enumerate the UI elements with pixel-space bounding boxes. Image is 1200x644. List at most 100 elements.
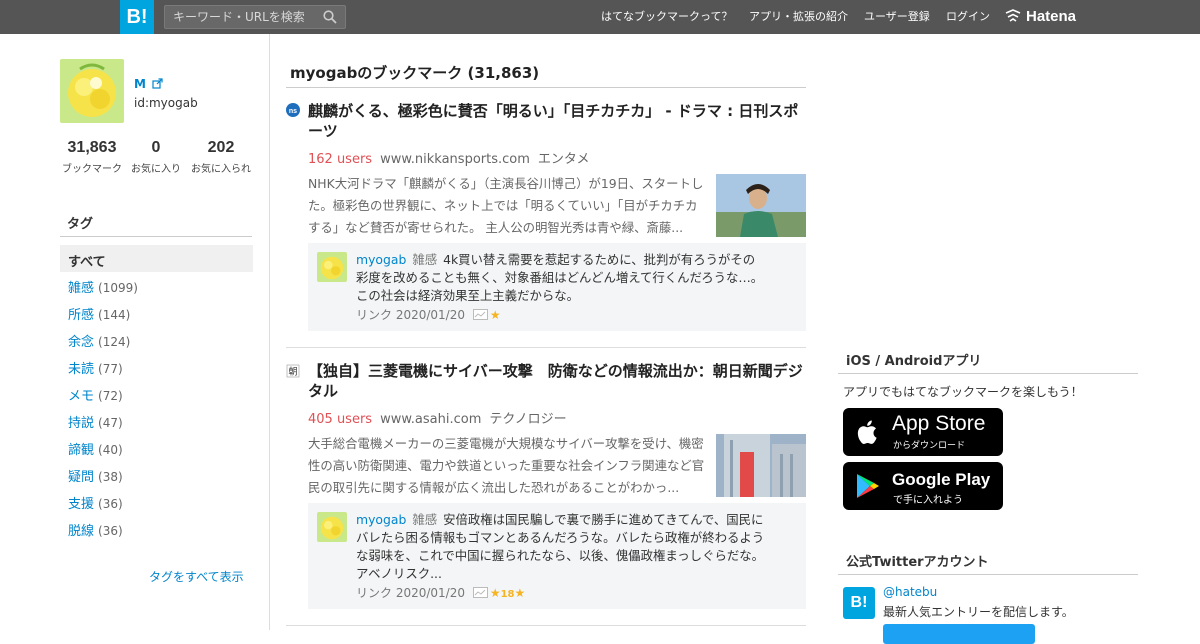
star-count[interactable]: 18 bbox=[501, 589, 515, 600]
tag-name: 余念 bbox=[68, 335, 95, 350]
entry-title-link[interactable]: 麒麟がくる、極彩色に賛否「明るい」「目チカチカ」 - ドラマ : 日刊スポーツ bbox=[308, 101, 808, 141]
svg-text:朝: 朝 bbox=[288, 367, 297, 378]
thumbnail-image bbox=[716, 174, 806, 237]
comment-user[interactable]: myogab bbox=[356, 512, 406, 527]
entry-users-count[interactable]: 162 users bbox=[308, 152, 372, 167]
entry-divider bbox=[286, 347, 806, 348]
tag-name: メモ bbox=[68, 389, 95, 404]
comment-footer: リンク 2020/01/20 ★ bbox=[356, 306, 501, 323]
comment-avatar[interactable] bbox=[317, 252, 347, 282]
stat-favorites[interactable]: 0 お気に入り bbox=[121, 139, 191, 175]
tag-count: (36) bbox=[98, 497, 123, 511]
hatebu-twitter-icon[interactable]: B! bbox=[843, 587, 875, 619]
tag-count: (40) bbox=[98, 443, 123, 457]
avatar-image bbox=[317, 512, 347, 542]
star-icon: ★ bbox=[489, 586, 501, 600]
search-icon[interactable] bbox=[323, 10, 337, 24]
apps-divider bbox=[838, 373, 1138, 374]
twitter-description: 最新人気エントリーを配信します。 bbox=[883, 605, 1074, 619]
tag-count: (38) bbox=[98, 470, 123, 484]
app-store-label: App Store bbox=[892, 412, 986, 435]
twitter-follow-button[interactable] bbox=[883, 624, 1035, 644]
tag-name: 持説 bbox=[68, 416, 95, 431]
entry-title-link[interactable]: 【独自】三菱電機にサイバー攻撃 防衛などの情報流出か：朝日新聞デジタル bbox=[308, 361, 808, 401]
tag-item[interactable]: 支援 (36) bbox=[68, 493, 123, 512]
avatar-image bbox=[317, 252, 347, 282]
comment-tag[interactable]: 雑感 bbox=[412, 512, 437, 527]
google-play-button[interactable]: Google Play で手に入れよう bbox=[843, 462, 1003, 510]
tag-name: 未読 bbox=[68, 362, 95, 377]
tag-item[interactable]: 持説 (47) bbox=[68, 412, 123, 431]
stat-bookmarks[interactable]: 31,863 ブックマーク bbox=[57, 139, 127, 175]
tag-item[interactable]: 脱線 (36) bbox=[68, 520, 123, 539]
google-play-label: Google Play bbox=[892, 470, 991, 489]
star-icon[interactable]: ★ bbox=[490, 308, 501, 322]
comment-permalink[interactable]: リンク 2020/01/20 bbox=[356, 308, 465, 322]
entry-description: NHK大河ドラマ「麒麟がくる」（主演長谷川博己）が19日、スタートした。極彩色の… bbox=[308, 176, 704, 235]
add-star-button-icon[interactable]: ★ bbox=[515, 586, 526, 600]
tag-item[interactable]: 未読 (77) bbox=[68, 358, 123, 377]
comment-avatar[interactable] bbox=[317, 512, 347, 542]
tag-item[interactable]: 諦観 (40) bbox=[68, 439, 123, 458]
apps-heading: iOS / Androidアプリ bbox=[846, 354, 982, 369]
entry-thumbnail[interactable] bbox=[716, 434, 806, 497]
entry-thumbnail[interactable] bbox=[716, 174, 806, 237]
tag-item[interactable]: 所感 (144) bbox=[68, 304, 130, 323]
entry-meta: 405 users www.asahi.com テクノロジー bbox=[308, 408, 567, 427]
profile-name-link[interactable]: M bbox=[134, 77, 163, 91]
twitter-heading: 公式Twitterアカウント bbox=[846, 555, 989, 570]
comment-tag[interactable]: 雑感 bbox=[412, 252, 437, 267]
stat-favorited-by[interactable]: 202 お気に入られ bbox=[186, 139, 256, 175]
nikkansports-favicon-icon: ns bbox=[286, 103, 300, 117]
app-store-button[interactable]: App Store からダウンロード bbox=[843, 408, 1003, 456]
apple-icon bbox=[857, 420, 877, 444]
search-input[interactable] bbox=[165, 6, 315, 28]
tag-item[interactable]: 雑感 (1099) bbox=[68, 277, 138, 296]
profile-id: id:myogab bbox=[134, 96, 198, 110]
nav-about[interactable]: はてなブックマークって？ bbox=[601, 0, 732, 34]
entry-site[interactable]: www.nikkansports.com bbox=[380, 152, 530, 167]
hatena-logo[interactable]: Hatena bbox=[1005, 0, 1076, 34]
tag-item[interactable]: 余念 (124) bbox=[68, 331, 130, 350]
tag-name: 諦観 bbox=[68, 443, 95, 458]
nav-apps[interactable]: アプリ・拡張の紹介 bbox=[749, 0, 848, 34]
entry-users-count[interactable]: 405 users bbox=[308, 412, 372, 427]
comment-user[interactable]: myogab bbox=[356, 252, 406, 267]
comment-text: myogab 雑感 安倍政権は国民騙しで裏で勝手に進めてきてんで、国民にバレたら困る… bbox=[356, 511, 766, 583]
tag-count: (144) bbox=[98, 308, 131, 322]
add-star-icon[interactable] bbox=[472, 309, 488, 320]
tag-all[interactable]: すべて bbox=[60, 245, 253, 272]
app-store-sublabel: からダウンロード bbox=[893, 441, 966, 451]
tag-count: (47) bbox=[98, 416, 123, 430]
tag-item[interactable]: 疑問 (38) bbox=[68, 466, 123, 485]
tag-name: 雑感 bbox=[68, 281, 95, 296]
entry-site[interactable]: www.asahi.com bbox=[380, 412, 481, 427]
apps-text: アプリでもはてなブックマークを楽しもう！ bbox=[843, 385, 1083, 399]
tag-count: (124) bbox=[98, 335, 131, 349]
add-star-icon[interactable] bbox=[472, 587, 488, 598]
stat-label: お気に入り bbox=[131, 164, 181, 175]
nav-login[interactable]: ログイン bbox=[946, 0, 990, 34]
nav-register[interactable]: ユーザー登録 bbox=[864, 0, 930, 34]
entry-category[interactable]: テクノロジー bbox=[489, 412, 566, 427]
hatebu-logo[interactable]: B! bbox=[120, 0, 154, 34]
tag-name: 脱線 bbox=[68, 524, 95, 539]
top-bar: B! はてなブックマークって？ アプリ・拡張の紹介 ユーザー登録 ログイン Ha… bbox=[0, 0, 1200, 34]
twitter-handle[interactable]: @hatebu bbox=[883, 585, 937, 599]
tags-heading: タグ bbox=[67, 217, 94, 232]
tag-count: (1099) bbox=[98, 281, 138, 295]
profile-avatar[interactable] bbox=[60, 59, 124, 123]
external-link-icon bbox=[152, 78, 163, 89]
comment-permalink[interactable]: リンク 2020/01/20 bbox=[356, 586, 465, 600]
hatena-mark-icon bbox=[1005, 9, 1021, 22]
title-divider bbox=[286, 87, 806, 88]
tag-item[interactable]: メモ (72) bbox=[68, 385, 123, 404]
entry-category[interactable]: エンタメ bbox=[538, 152, 590, 167]
tag-count: (36) bbox=[98, 524, 123, 538]
comment-box: myogab 雑感 4k買い替え需要を惹起するために、批判が有ろうがその彩度を改める… bbox=[308, 243, 806, 331]
stat-label: お気に入られ bbox=[191, 164, 251, 175]
avatar-image bbox=[60, 59, 124, 123]
show-all-tags-link[interactable]: タグをすべて表示 bbox=[149, 568, 244, 585]
tag-count: (77) bbox=[98, 362, 123, 376]
google-play-sublabel: で手に入れよう bbox=[893, 495, 963, 506]
